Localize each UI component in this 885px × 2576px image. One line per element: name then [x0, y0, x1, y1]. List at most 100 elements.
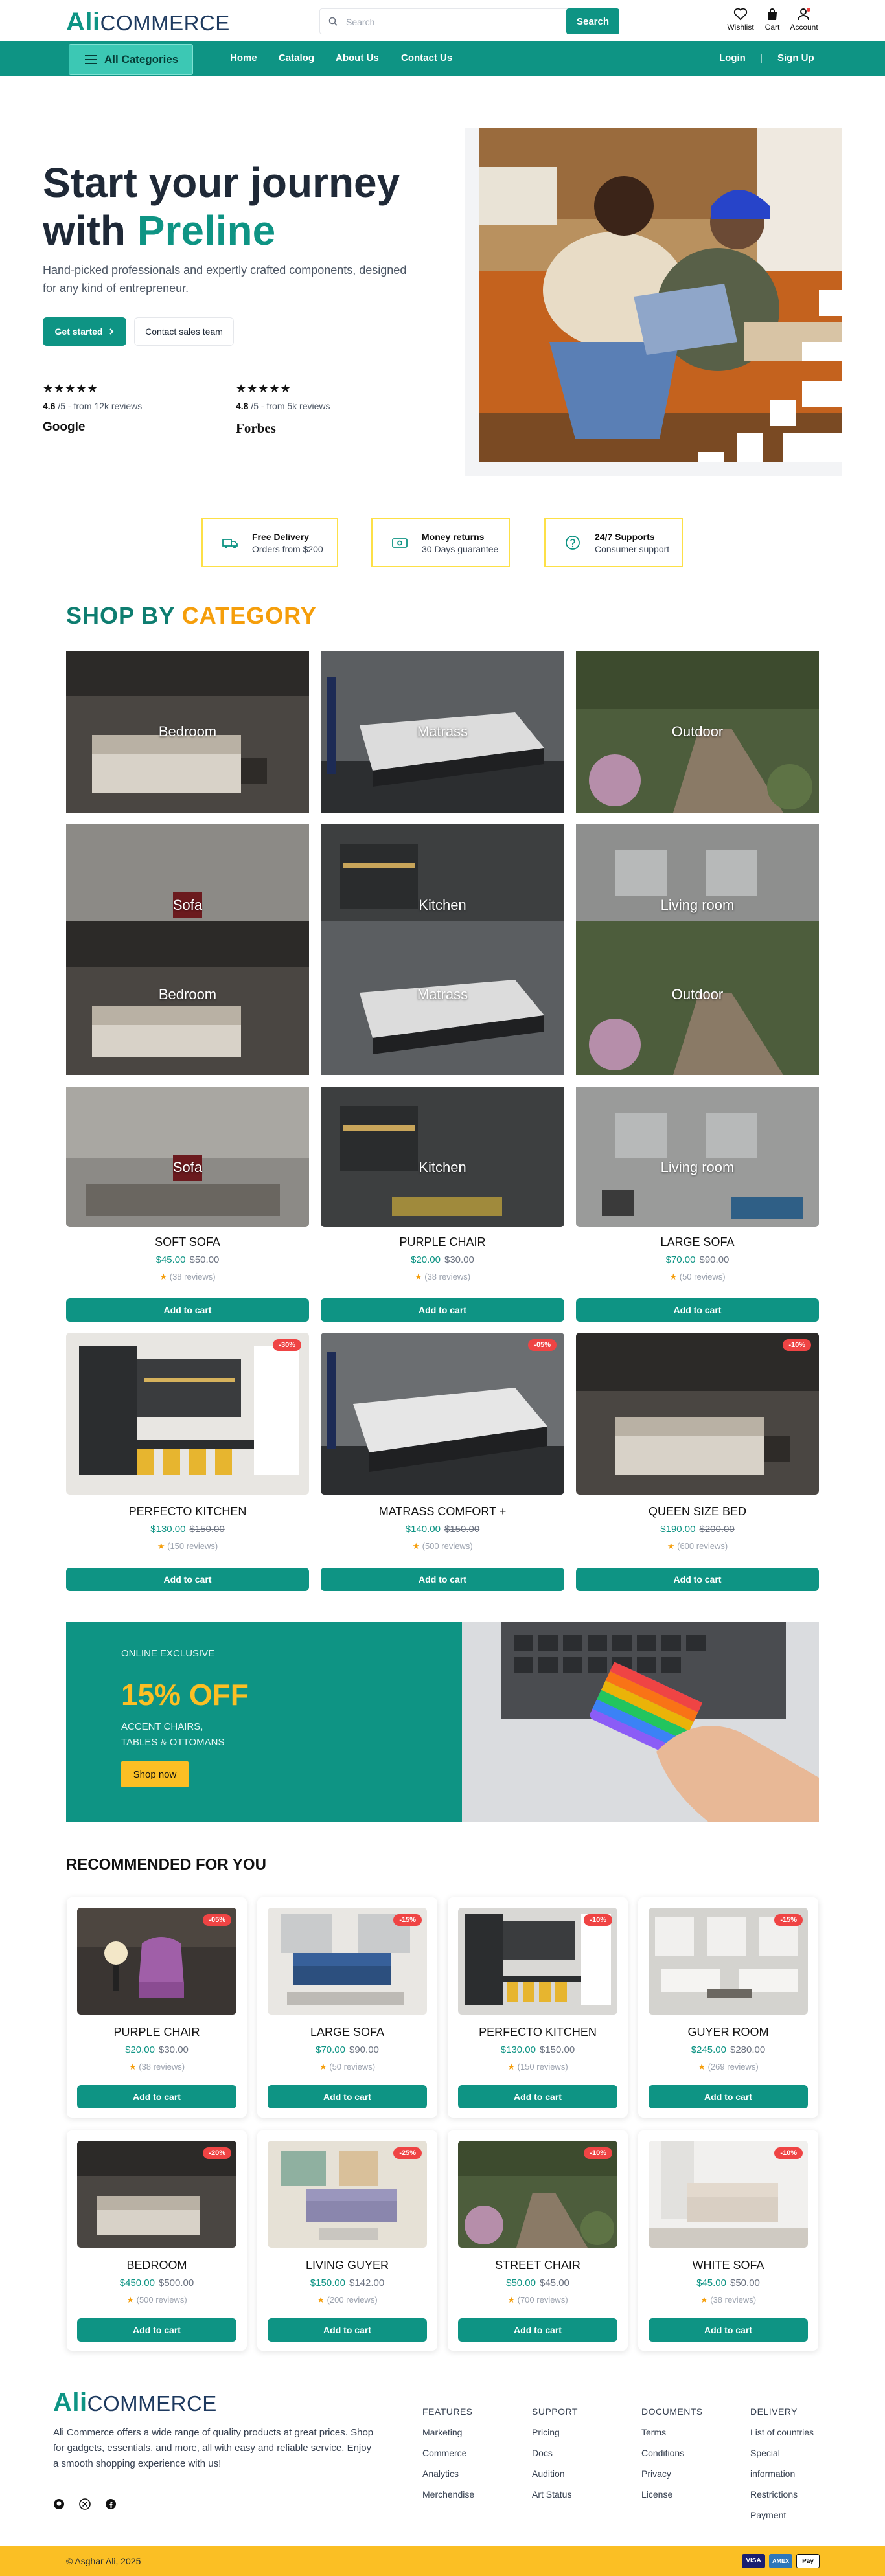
footer-link[interactable]: information: [750, 2463, 814, 2484]
all-categories-button[interactable]: All Categories: [69, 44, 193, 75]
nav-signup[interactable]: Sign Up: [777, 52, 814, 63]
footer-logo[interactable]: AliCOMMERCE: [53, 2387, 217, 2419]
logo[interactable]: AliCOMMERCE: [66, 6, 230, 39]
add-to-cart-button[interactable]: Add to cart: [77, 2318, 236, 2342]
product-name[interactable]: PURPLE CHAIR: [321, 1236, 564, 1249]
product-price: $20.00 $30.00: [321, 1254, 564, 1265]
footer-link[interactable]: Analytics: [422, 2463, 474, 2484]
nav-about[interactable]: About Us: [336, 52, 379, 63]
promo-line2: TABLES & OTTOMANS: [121, 1737, 225, 1748]
footer-link[interactable]: Terms: [641, 2422, 703, 2443]
product-card[interactable]: -10% WHITE SOFA $45.00 $50.00 ★ (38 revie…: [638, 2130, 818, 2351]
category-tile-kitchen[interactable]: Kitchen Matrass: [321, 824, 564, 1075]
footer-link[interactable]: List of countries: [750, 2422, 814, 2443]
rating-stars: ★★★★★: [43, 382, 98, 395]
footer-link[interactable]: Art Status: [532, 2484, 578, 2505]
github-icon[interactable]: [53, 2498, 65, 2510]
add-to-cart-button[interactable]: Add to cart: [66, 1568, 309, 1591]
search-button[interactable]: Search: [566, 8, 619, 34]
product-name[interactable]: LARGE SOFA: [576, 1236, 819, 1249]
add-to-cart-button[interactable]: Add to cart: [649, 2085, 808, 2108]
product-name: STREET CHAIR: [495, 2259, 580, 2272]
nav-separator: |: [760, 52, 763, 63]
add-to-cart-button[interactable]: Add to cart: [268, 2318, 427, 2342]
add-to-cart-button[interactable]: Add to cart: [458, 2085, 617, 2108]
product-card[interactable]: -15% LARGE SOFA $70.00 $90.00 ★ (50 revie…: [257, 1897, 437, 2118]
nav-login[interactable]: Login: [719, 52, 746, 63]
product-image-kitchen[interactable]: -30%: [66, 1333, 309, 1495]
contact-sales-button[interactable]: Contact sales team: [134, 317, 234, 346]
add-to-cart-button[interactable]: Add to cart: [458, 2318, 617, 2342]
add-to-cart-button[interactable]: Add to cart: [321, 1568, 564, 1591]
add-to-cart-button[interactable]: Add to cart: [321, 1298, 564, 1322]
search-input[interactable]: [346, 14, 553, 30]
footer-link[interactable]: Payment: [750, 2505, 814, 2525]
tile-label: Sofa: [172, 897, 203, 913]
product-image-matrass[interactable]: -05%: [321, 1333, 564, 1495]
product-reviews: ★ (38 reviews): [321, 1272, 564, 1282]
category-tile-outdoor[interactable]: Outdoor: [576, 651, 819, 813]
product-image-bed[interactable]: -10%: [576, 1333, 819, 1495]
discount-badge: -05%: [528, 1339, 557, 1351]
product-name[interactable]: PERFECTO KITCHEN: [66, 1505, 309, 1519]
footer-link[interactable]: Pricing: [532, 2422, 578, 2443]
hero-subtitle: Hand-picked professionals and expertly c…: [43, 264, 407, 295]
add-to-cart-button[interactable]: Add to cart: [77, 2085, 236, 2108]
product-name: GUYER ROOM: [687, 2026, 769, 2039]
category-tile-kitchen-2[interactable]: Kitchen: [321, 1087, 564, 1227]
product-name[interactable]: QUEEN SIZE BED: [576, 1505, 819, 1519]
footer-link[interactable]: Marketing: [422, 2422, 474, 2443]
product-reviews: ★ (269 reviews): [638, 2062, 818, 2072]
add-to-cart-button[interactable]: Add to cart: [268, 2085, 427, 2108]
product-card[interactable]: -20% BEDROOM $450.00 $500.00 ★ (500 revie…: [67, 2130, 247, 2351]
price-old: $50.00: [189, 1254, 220, 1265]
kitchen-image: [321, 1087, 564, 1227]
category-tile-sofa-2[interactable]: Sofa: [66, 1087, 309, 1227]
product-card[interactable]: -15% GUYER ROOM $245.00 $280.00 ★ (269 re…: [638, 1897, 818, 2118]
product-price: $245.00 $280.00: [638, 2044, 818, 2055]
add-to-cart-button[interactable]: Add to cart: [576, 1568, 819, 1591]
footer-link[interactable]: Conditions: [641, 2443, 703, 2463]
category-tile-matrass[interactable]: Matrass: [321, 651, 564, 813]
discount-badge: -10%: [584, 2147, 612, 2159]
product-card[interactable]: -10% STREET CHAIR $50.00 $45.00 ★ (700 re…: [448, 2130, 628, 2351]
rating-score: 4.6: [43, 401, 56, 411]
nav-home[interactable]: Home: [230, 52, 257, 63]
footer-link[interactable]: Privacy: [641, 2463, 703, 2484]
promo-text: ACCENT CHAIRS, TABLES & OTTOMANS: [121, 1719, 224, 1750]
page: AliCOMMERCE Search Wishlist Cart Account…: [0, 0, 885, 2576]
get-started-button[interactable]: Get started: [43, 317, 126, 346]
product-price: $130.00 $150.00: [448, 2044, 628, 2055]
footer-link[interactable]: Restrictions: [750, 2484, 814, 2505]
add-to-cart-button[interactable]: Add to cart: [576, 1298, 819, 1322]
footer-link[interactable]: Special: [750, 2443, 814, 2463]
product-name[interactable]: SOFT SOFA: [66, 1236, 309, 1249]
add-to-cart-button[interactable]: Add to cart: [649, 2318, 808, 2342]
category-tile-living-room-2[interactable]: Living room: [576, 1087, 819, 1227]
product-card[interactable]: -05% PURPLE CHAIR $20.00 $30.00 ★ (38 rev…: [67, 1897, 247, 2118]
x-icon[interactable]: [79, 2498, 91, 2510]
footer-link[interactable]: Docs: [532, 2443, 578, 2463]
facebook-icon[interactable]: [105, 2498, 117, 2510]
product-price: $70.00 $90.00: [576, 1254, 819, 1265]
nav-catalog[interactable]: Catalog: [279, 52, 314, 63]
category-tile-living-room[interactable]: Living room Outdoor: [576, 824, 819, 1075]
shop-now-button[interactable]: Shop now: [121, 1761, 189, 1787]
footer-link[interactable]: License: [641, 2484, 703, 2505]
add-to-cart-button[interactable]: Add to cart: [66, 1298, 309, 1322]
product-card[interactable]: -25% LIVING GUYER $150.00 $142.00 ★ (200 …: [257, 2130, 437, 2351]
footer-bar: © Asghar Ali, 2025 VISA AMEX Pay: [0, 2546, 885, 2576]
footer-link[interactable]: Merchendise: [422, 2484, 474, 2505]
feature-title: Money returns: [422, 531, 485, 542]
sofa-image: [66, 824, 309, 1075]
footer-link[interactable]: Audition: [532, 2463, 578, 2484]
hero-title-accent: Preline: [137, 207, 276, 254]
user-icon: [798, 8, 810, 21]
product-name[interactable]: MATRASS COMFORT +: [321, 1505, 564, 1519]
category-tile-sofa[interactable]: Sofa Bedroom: [66, 824, 309, 1075]
category-tile-bedroom[interactable]: Bedroom: [66, 651, 309, 813]
nav-contact[interactable]: Contact Us: [401, 52, 452, 63]
product-card[interactable]: -10% PERFECTO KITCHEN $130.00 $150.00 ★ (…: [448, 1897, 628, 2118]
footer-link[interactable]: Commerce: [422, 2443, 474, 2463]
account-link[interactable]: Account: [785, 8, 823, 32]
